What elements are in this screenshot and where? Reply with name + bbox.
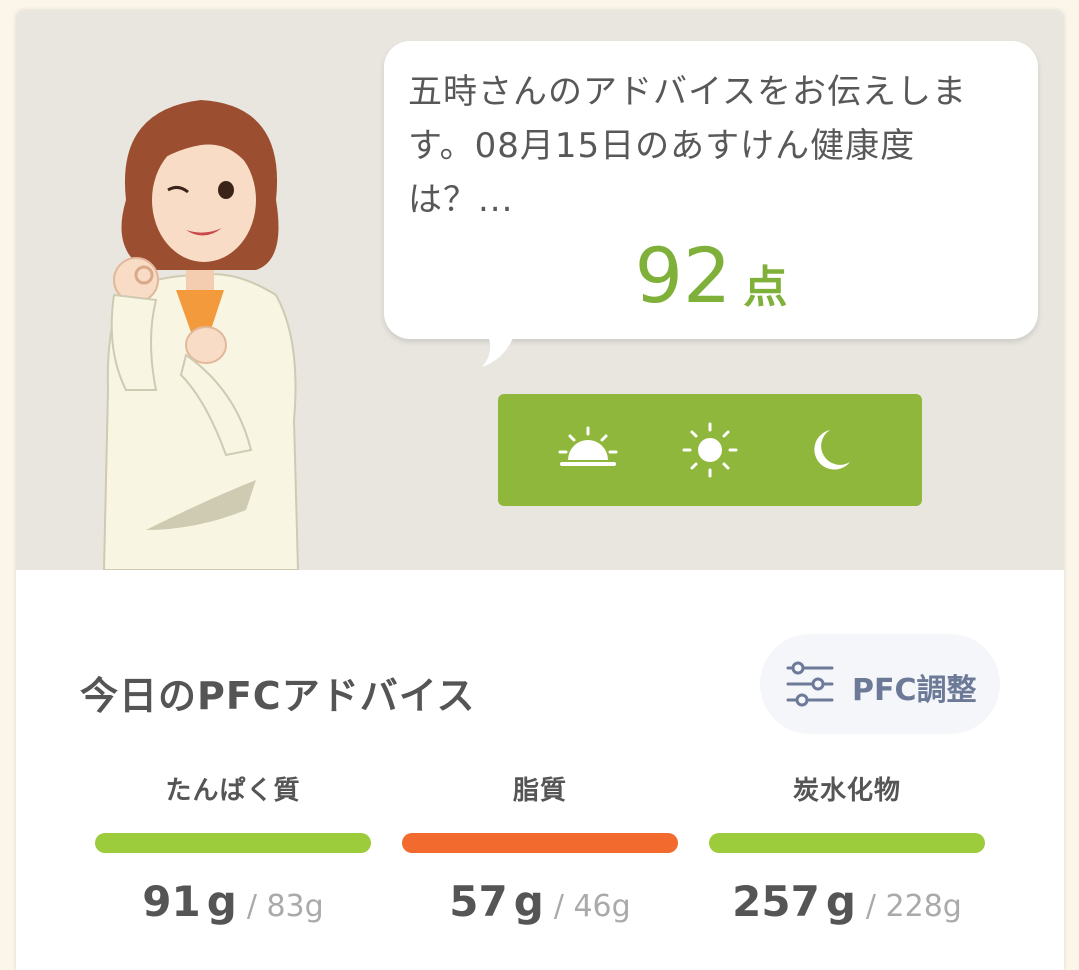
nutrient-carbohydrate: 炭水化物 257 g / 228g	[709, 770, 985, 926]
noon-button[interactable]	[678, 422, 742, 478]
nutrient-label: たんぱく質	[165, 776, 301, 806]
advice-message: 五時さんのアドバイスをお伝えします。08月15日のあすけん健康度は？...	[408, 72, 967, 220]
moon-icon	[814, 430, 850, 470]
morning-button[interactable]	[556, 422, 620, 478]
nutrient-target: / 46g	[553, 889, 631, 924]
nutrient-actual: 57	[449, 877, 508, 926]
nutrient-unit: g	[206, 877, 237, 926]
pfc-adjust-button[interactable]: PFC調整	[760, 634, 1000, 734]
bubble-tail	[482, 331, 516, 367]
nutrient-label: 脂質	[512, 776, 567, 806]
night-button[interactable]	[800, 422, 864, 478]
sliders-icon	[786, 661, 834, 707]
advice-hero: 五時さんのアドバイスをお伝えします。08月15日のあすけん健康度は？... 92…	[16, 10, 1064, 570]
nutrient-unit: g	[513, 877, 544, 926]
nutrient-protein: たんぱく質 91 g / 83g	[95, 770, 371, 926]
nutrient-target: / 83g	[246, 889, 324, 924]
nutrient-target: / 228g	[865, 889, 962, 924]
pfc-section-title: 今日のPFCアドバイス	[80, 674, 476, 718]
nutrient-bar	[709, 833, 985, 853]
nutrient-values: 57 g / 46g	[402, 877, 678, 926]
sun-icon	[682, 422, 738, 478]
advice-speech-bubble: 五時さんのアドバイスをお伝えします。08月15日のあすけん健康度は？... 92…	[384, 41, 1038, 367]
nutrient-values: 91 g / 83g	[95, 877, 371, 926]
advisor-illustration	[102, 100, 300, 570]
score-value: 92	[634, 231, 732, 320]
pfc-adjust-label: PFC調整	[852, 673, 977, 708]
nutrient-values: 257 g / 228g	[709, 877, 985, 926]
nutrient-unit: g	[825, 877, 856, 926]
nutrient-label: 炭水化物	[792, 776, 901, 806]
score-unit: 点	[743, 262, 788, 313]
advice-card: 五時さんのアドバイスをお伝えします。08月15日のあすけん健康度は？... 92…	[16, 10, 1064, 970]
health-score: 92 点	[384, 231, 1038, 320]
nutrient-actual: 257	[732, 877, 820, 926]
nutrient-actual: 91	[142, 877, 201, 926]
nutrient-bar	[402, 833, 678, 853]
nutrient-fat: 脂質 57 g / 46g	[402, 770, 678, 926]
nutrient-bar	[95, 833, 371, 853]
sunrise-icon	[558, 426, 618, 466]
time-of-day-selector	[498, 394, 922, 506]
